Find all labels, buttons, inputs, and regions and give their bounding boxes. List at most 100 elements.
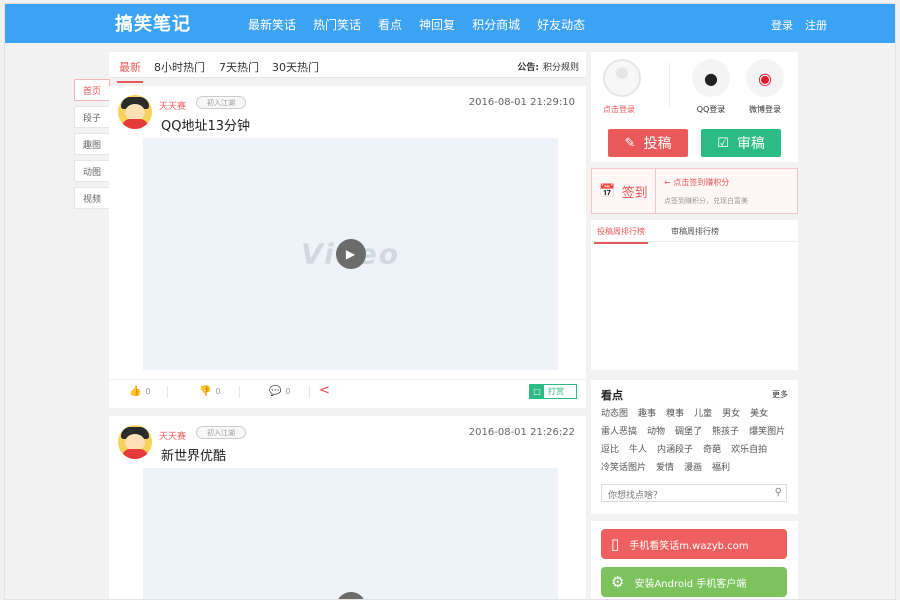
sidetab-funny-pics[interactable]: 趣图 [74,133,110,155]
username[interactable]: 天天赛 [159,429,186,442]
tab-8h-hot[interactable]: 8小时热门 [154,59,205,75]
tag-link[interactable]: 逗比 [601,444,619,456]
tag-link[interactable]: 牛人 [629,444,647,456]
sign-in-panel: 📅 签到 ← 点击签到赚积分 点签到赚积分，兑现白富美 [591,168,798,214]
thumbs-down-icon: 👎 [199,386,212,397]
dislike-button[interactable]: 👎 0 [199,386,221,397]
tag-link[interactable]: 动态图 [601,408,628,420]
login-link[interactable]: 登录 [771,17,793,33]
more-link[interactable]: 更多 [772,389,788,400]
like-count: 0 [145,387,151,396]
like-button[interactable]: 👍 0 [129,386,151,397]
review-post-button[interactable]: ☑ 审稿 [701,129,781,157]
qq-login[interactable]: ● QQ登录 [690,59,732,115]
tag-link[interactable]: 欢乐自拍 [731,444,767,456]
nav-latest-jokes[interactable]: 最新笑话 [248,16,296,33]
android-app-button[interactable]: ⚙ 安装Android 手机客户端 [601,567,787,597]
qq-penguin-icon: ● [692,59,730,97]
avatar[interactable] [118,95,152,129]
sidetab-gifs[interactable]: 动图 [74,160,110,182]
user-level-badge: 初入江湖 [196,96,246,109]
tag-link[interactable]: 爆笑图片 [749,426,785,438]
page-frame: 搞笑笔记 最新笑话 热门笑话 看点 神回复 积分商城 好友动态 登录 注册 首页… [4,3,896,600]
search-input[interactable]: 你想找点啥？ ⚲ [601,484,787,502]
login-panel: 点击登录 ● QQ登录 ◉ 微博登录 ✎ 投稿 ☑ 审稿 [591,52,798,162]
nav-best-replies[interactable]: 神回复 [419,16,455,33]
reward-button[interactable]: □ 打赏 [529,384,577,399]
notice-label: 公告: [517,63,539,73]
gift-icon: □ [530,385,544,398]
tag-link[interactable]: 冷笑话图片 [601,462,646,474]
tag-link[interactable]: 福利 [712,462,730,474]
qq-login-label: QQ登录 [696,105,726,114]
mobile-site-button[interactable]: ▯ 手机看笑话m.wazyb.com [601,529,787,559]
search-placeholder: 你想找点啥？ [608,491,663,501]
sidetab-jokes[interactable]: 段子 [74,106,110,128]
tag-link[interactable]: 糗事 [666,408,684,420]
submit-post-button[interactable]: ✎ 投稿 [608,129,688,157]
notice[interactable]: 公告: 积分规则 [517,60,579,73]
sidetab-videos[interactable]: 视频 [74,187,110,209]
sign-in-button[interactable]: 📅 签到 [592,169,656,213]
tag-link[interactable]: 爱情 [656,462,674,474]
feed-tabs: 最新 8小时热门 7天热门 30天热门 公告: 积分规则 [109,52,586,83]
tag-link[interactable]: 奇葩 [703,444,721,456]
tab-30d-hot[interactable]: 30天热门 [272,59,319,75]
highlights-title: 看点 [601,389,623,402]
nav-points-mall[interactable]: 积分商城 [472,16,520,33]
notice-text: 积分规则 [542,63,579,73]
sign-in-subtext: 点签到赚积分，兑现白富美 [664,197,748,205]
highlights-panel: 看点 更多 动态图 趣事 糗事 儿童 男女 美女 雷人恶搞 动物 碉堡了 熊孩子… [591,380,798,514]
register-link[interactable]: 注册 [805,17,827,33]
comment-icon: 💬 [269,386,282,397]
post-title[interactable]: QQ地址13分钟 [161,115,250,134]
video-player[interactable]: Video ▶ [143,138,558,370]
username[interactable]: 天天赛 [159,99,186,112]
main-nav: 最新笑话 热门笑话 看点 神回复 积分商城 好友动态 [248,16,585,33]
tag-link[interactable]: 美女 [750,408,768,420]
tag-link[interactable]: 男女 [722,408,740,420]
tag-link[interactable]: 内涵段子 [657,444,693,456]
right-sidebar: 点击登录 ● QQ登录 ◉ 微博登录 ✎ 投稿 ☑ 审稿 📅 签到 ← 点击签到赚积分… [591,52,798,599]
nav-highlights[interactable]: 看点 [378,16,402,33]
weibo-login-label: 微博登录 [749,105,781,114]
tag-link[interactable]: 趣事 [638,408,656,420]
tag-link[interactable]: 熊孩子 [712,426,739,438]
pencil-icon: ✎ [624,135,636,151]
video-player[interactable]: ▶ [143,468,558,599]
checkbox-icon: ☑ [717,135,729,151]
tag-link[interactable]: 雷人恶搞 [601,426,637,438]
main-feed: 最新 8小时热门 7天热门 30天热门 公告: 积分规则 天天赛 初入江湖 201… [109,52,586,599]
click-to-login[interactable]: 点击登录 [603,104,635,115]
tag-link[interactable]: 漫画 [684,462,702,474]
tab-review-rank[interactable]: 审稿周排行榜 [671,226,719,237]
tag-link[interactable]: 动物 [647,426,665,438]
weibo-login[interactable]: ◉ 微博登录 [744,59,786,115]
weibo-icon: ◉ [746,59,784,97]
user-level-badge: 初入江湖 [196,426,246,439]
post-actions: 👍 0 👎 0 💬 0 < □ 打赏 [109,379,586,401]
nav-hot-jokes[interactable]: 热门笑话 [313,16,361,33]
search-icon[interactable]: ⚲ [775,487,782,498]
play-icon[interactable]: ▶ [335,239,366,269]
post-card: 天天赛 初入江湖 2016-08-01 21:26:22 新世界优酷 ▶ [109,416,586,599]
tag-link[interactable]: 儿童 [694,408,712,420]
post-date: 2016-08-01 21:29:10 [468,97,575,108]
post-title[interactable]: 新世界优酷 [161,445,226,464]
thumbs-up-icon: 👍 [129,386,142,397]
sidetab-home[interactable]: 首页 [74,79,110,101]
tab-latest[interactable]: 最新 [117,59,143,83]
phone-icon: ▯ [611,535,620,553]
share-icon[interactable]: < [319,383,330,398]
comment-button[interactable]: 💬 0 [269,386,291,397]
site-logo[interactable]: 搞笑笔记 [115,10,191,36]
nav-friend-feed[interactable]: 好友动态 [537,16,585,33]
tag-link[interactable]: 碉堡了 [675,426,702,438]
tab-7d-hot[interactable]: 7天热门 [219,59,259,75]
play-icon[interactable]: ▶ [335,592,366,599]
default-avatar[interactable] [603,59,641,97]
avatar[interactable] [118,425,152,459]
tab-submit-rank[interactable]: 投稿周排行榜 [594,226,648,244]
app-download-panel: ▯ 手机看笑话m.wazyb.com ⚙ 安装Android 手机客户端 [591,521,798,599]
comment-count: 0 [285,387,291,396]
